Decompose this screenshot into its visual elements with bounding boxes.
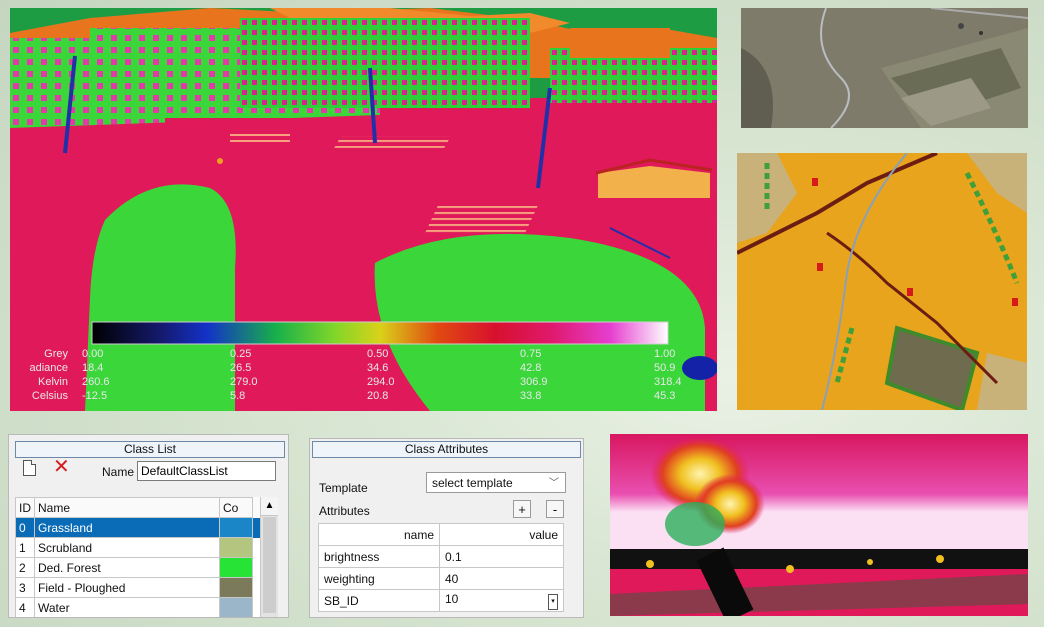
- table-row[interactable]: 4 Water: [15, 597, 277, 617]
- add-attribute-button[interactable]: +: [513, 500, 531, 518]
- table-row[interactable]: weighting 40: [318, 567, 564, 590]
- attribute-value[interactable]: 10 ▾: [439, 589, 564, 612]
- row-id: 4: [15, 597, 35, 617]
- row-name: Field - Ploughed: [34, 577, 220, 598]
- attribute-value[interactable]: 40: [439, 567, 564, 590]
- class-table: ID Name Co 0 Grassland 1 Scrubland 2 Ded…: [15, 497, 277, 617]
- attribute-value-text: 10: [445, 591, 459, 606]
- thermal-scene-viewport[interactable]: Grey 0.00 0.25 0.50 0.75 1.00 adiance 18…: [10, 8, 717, 411]
- name-label: Name: [102, 465, 135, 479]
- remove-attribute-button[interactable]: -: [546, 500, 564, 518]
- column-header-id[interactable]: ID: [15, 497, 35, 518]
- table-row[interactable]: SB_ID 10 ▾: [318, 589, 564, 612]
- color-swatch[interactable]: [219, 577, 253, 598]
- table-row[interactable]: 2 Ded. Forest: [15, 557, 277, 578]
- row-name: Scrubland: [34, 537, 220, 558]
- row-id: 3: [15, 577, 35, 598]
- class-list-panel: Class List ✕ Name ID Name Co 0 Grassland…: [8, 434, 289, 618]
- color-swatch[interactable]: [219, 537, 253, 558]
- scroll-up-icon[interactable]: ▲: [261, 497, 278, 516]
- template-select[interactable]: select template ﹀: [426, 472, 566, 493]
- scrollbar-thumb[interactable]: [263, 517, 276, 613]
- row-id: 1: [15, 537, 35, 558]
- explosion-thermal-image: [610, 434, 1028, 616]
- row-name: Water: [34, 597, 220, 617]
- colorbar-gradient: [91, 321, 669, 345]
- chevron-down-icon: ﹀: [549, 478, 559, 489]
- color-swatch[interactable]: [219, 517, 253, 538]
- template-selected-value: select template: [432, 476, 513, 490]
- attributes-table: name value brightness 0.1 weighting 40 S…: [318, 523, 564, 612]
- attribute-value[interactable]: 0.1: [439, 545, 564, 568]
- column-header-color[interactable]: Co: [219, 497, 253, 518]
- classified-terrain-map: [737, 153, 1027, 410]
- attribute-name: SB_ID: [318, 589, 440, 612]
- attributes-table-header: name value: [318, 523, 564, 546]
- column-header-name[interactable]: name: [318, 523, 440, 546]
- row-name: Ded. Forest: [34, 557, 220, 578]
- colorbar-row-celsius: Celsius -12.5 5.8 20.8 33.8 45.3: [31, 390, 676, 402]
- attribute-name: weighting: [318, 567, 440, 590]
- delete-x-icon[interactable]: ✕: [53, 457, 70, 477]
- colorbar-row-kelvin: Kelvin 260.6 279.0 294.0 306.9 318.4: [38, 376, 682, 388]
- aerial-photo: [741, 8, 1028, 128]
- column-header-value[interactable]: value: [439, 523, 564, 546]
- colorbar-row-radiance: adiance 18.4 26.5 34.6 42.8 50.9: [29, 362, 676, 374]
- row-name: Grassland: [34, 517, 220, 538]
- template-label: Template: [319, 481, 368, 495]
- class-table-scrollbar[interactable]: ▲: [260, 497, 278, 617]
- colorbar-row-grey: Grey 0.00 0.25 0.50 0.75 1.00: [44, 348, 676, 360]
- class-table-header: ID Name Co: [15, 497, 277, 518]
- class-list-name-input[interactable]: [137, 461, 276, 481]
- attributes-label: Attributes: [319, 504, 370, 518]
- color-swatch[interactable]: [219, 557, 253, 578]
- table-row[interactable]: 3 Field - Ploughed: [15, 577, 277, 598]
- table-row[interactable]: brightness 0.1: [318, 545, 564, 568]
- new-document-icon[interactable]: [23, 460, 36, 476]
- table-row[interactable]: 1 Scrubland: [15, 537, 277, 558]
- row-id: 2: [15, 557, 35, 578]
- attribute-name: brightness: [318, 545, 440, 568]
- class-attributes-panel: Class Attributes Template select templat…: [309, 438, 584, 618]
- class-attributes-title: Class Attributes: [312, 441, 581, 458]
- color-swatch[interactable]: [219, 597, 253, 617]
- column-header-name[interactable]: Name: [34, 497, 220, 518]
- table-row[interactable]: 0 Grassland: [15, 517, 277, 538]
- row-id: 0: [15, 517, 35, 538]
- spinner-icon[interactable]: ▾: [548, 593, 558, 610]
